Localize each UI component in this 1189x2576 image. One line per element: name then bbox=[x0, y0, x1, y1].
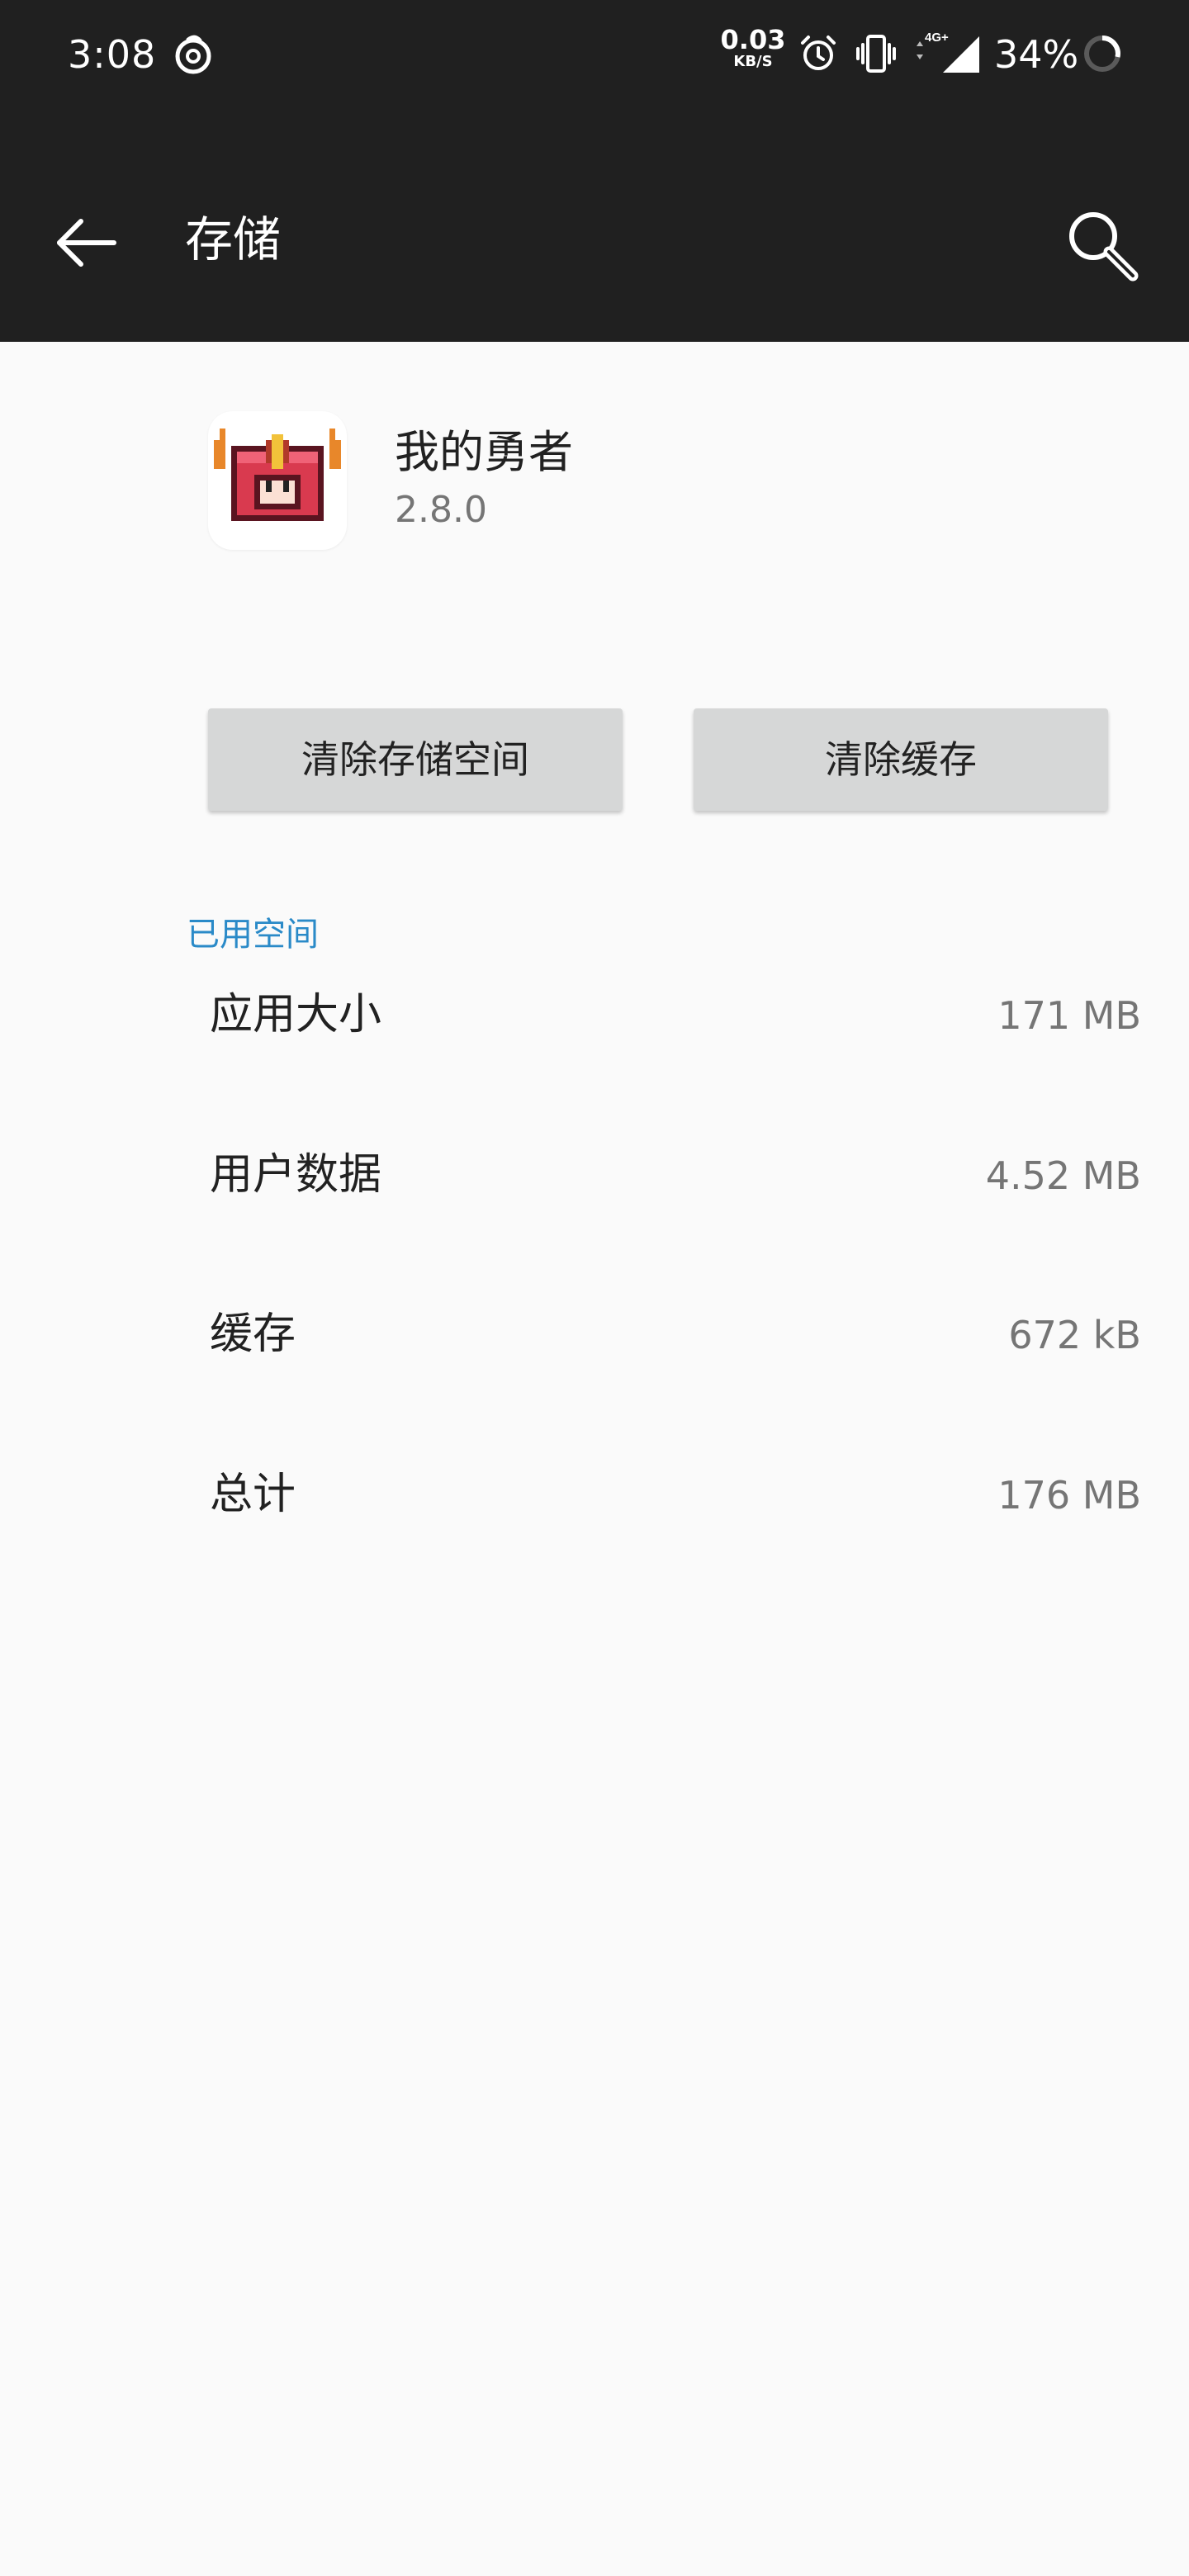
row-value: 672 kB bbox=[1008, 1313, 1141, 1357]
row-label: 应用大小 bbox=[210, 990, 382, 1039]
battery-percentage: 34% bbox=[994, 32, 1079, 77]
network-speed-unit: KB/S bbox=[733, 53, 773, 70]
storage-row-cache: 缓存 672 kB bbox=[0, 1282, 1189, 1381]
row-label: 总计 bbox=[210, 1470, 296, 1519]
row-value: 4.52 MB bbox=[985, 1153, 1141, 1198]
back-arrow-icon[interactable] bbox=[45, 201, 127, 284]
storage-screen: 3:08 0.03 KB/S 4G+ 34% 存储 我的勇者 2.8.0 清除存… bbox=[0, 0, 1189, 2576]
signal-icon: 4G+ bbox=[917, 31, 979, 73]
battery-icon bbox=[1084, 36, 1120, 72]
netease-music-icon bbox=[175, 35, 211, 74]
app-name: 我的勇者 bbox=[395, 426, 573, 478]
storage-row-total: 总计 176 MB bbox=[0, 1442, 1189, 1541]
page-title: 存储 bbox=[185, 211, 282, 268]
toolbar: 存储 bbox=[0, 109, 1189, 342]
vibrate-icon bbox=[856, 35, 896, 73]
app-icon bbox=[208, 411, 347, 550]
app-version: 2.8.0 bbox=[395, 489, 487, 531]
storage-row-user-data: 用户数据 4.52 MB bbox=[0, 1123, 1189, 1222]
network-type-label: 4G+ bbox=[925, 31, 949, 45]
clear-storage-button[interactable]: 清除存储空间 bbox=[208, 708, 623, 811]
hero-helmet-icon bbox=[214, 429, 341, 521]
network-speed: 0.03 KB/S bbox=[720, 26, 786, 69]
network-speed-value: 0.03 bbox=[720, 24, 786, 55]
row-label: 用户数据 bbox=[210, 1150, 382, 1200]
row-value: 171 MB bbox=[997, 993, 1141, 1038]
row-label: 缓存 bbox=[210, 1309, 296, 1359]
clear-cache-button[interactable]: 清除缓存 bbox=[694, 708, 1108, 811]
search-icon[interactable] bbox=[1057, 200, 1148, 291]
storage-row-app-size: 应用大小 171 MB bbox=[0, 963, 1189, 1062]
section-header-used-space: 已用空间 bbox=[187, 916, 319, 954]
row-value: 176 MB bbox=[997, 1473, 1141, 1518]
status-time: 3:08 bbox=[68, 32, 157, 77]
alarm-icon bbox=[801, 36, 836, 70]
status-bar: 3:08 0.03 KB/S 4G+ 34% bbox=[0, 0, 1189, 109]
